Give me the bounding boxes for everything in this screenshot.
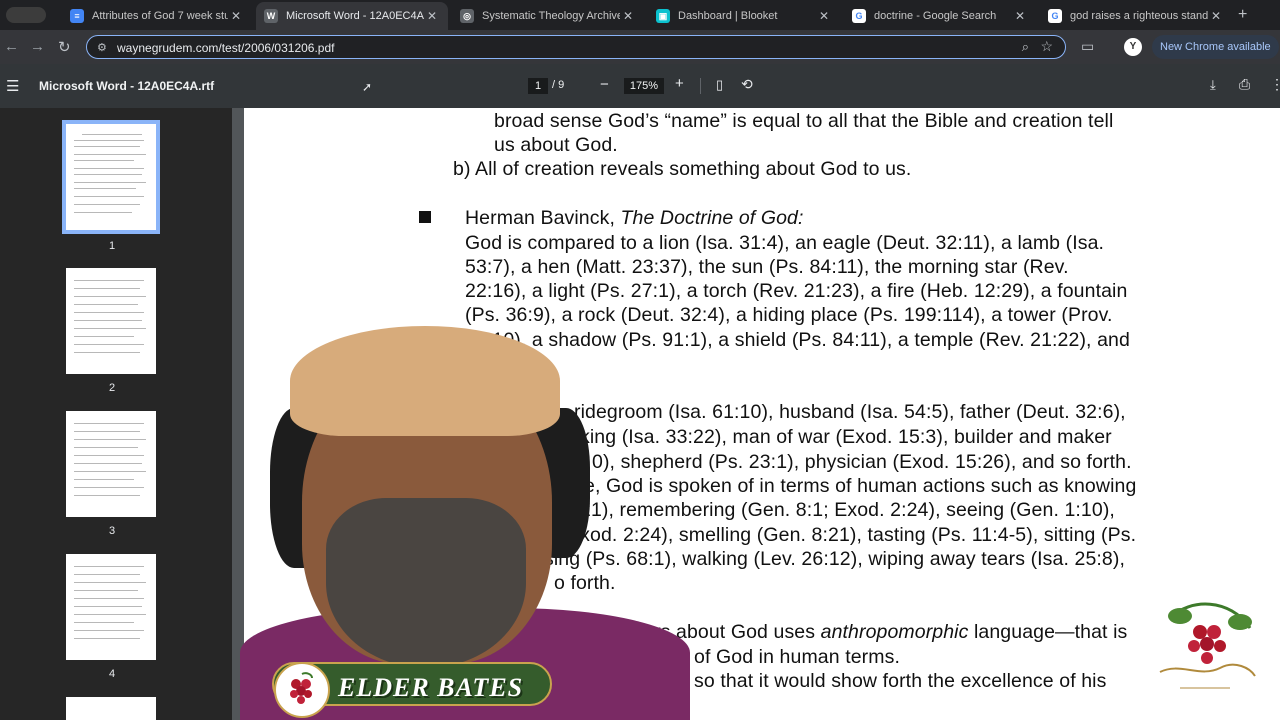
tab-title: Dashboard | Blooket: [678, 10, 778, 22]
wordpress-icon: W: [264, 9, 278, 23]
tab-title: Microsoft Word - 12A0EC4A.: [286, 10, 424, 22]
thumbnail-number: 2: [108, 382, 116, 394]
thumbnail-number: 4: [108, 668, 116, 680]
forward-icon[interactable]: →: [30, 38, 45, 55]
close-icon[interactable]: ✕: [228, 9, 244, 23]
page-text-line: 53:7), a hen (Matt. 23:37), the sun (Ps.…: [465, 256, 1069, 278]
tab-systematic-theology[interactable]: ◎ Systematic Theology Archive ✕: [452, 2, 644, 30]
zoom-in-icon[interactable]: +: [675, 75, 684, 92]
tab-microsoft-word[interactable]: W Microsoft Word - 12A0EC4A. ✕: [256, 2, 448, 30]
download-icon[interactable]: ⤓: [1210, 77, 1216, 93]
google-icon: G: [852, 9, 866, 23]
tab-search-button[interactable]: [6, 7, 46, 23]
site-info-icon[interactable]: ⚙: [97, 41, 111, 54]
cast-icon[interactable]: ▭: [1081, 38, 1094, 55]
blooket-icon: ▣: [656, 9, 670, 23]
branch-of-the-vine-logo: [1140, 588, 1270, 710]
more-options-icon[interactable]: ⋮: [1270, 76, 1280, 93]
google-icon: G: [1048, 9, 1062, 23]
page-thumbnail-5[interactable]: [66, 697, 156, 720]
tab-title: god raises a righteous stand: [1070, 10, 1208, 22]
page-thumbnail-1[interactable]: [62, 120, 160, 234]
new-chrome-available-button[interactable]: New Chrome available: [1152, 35, 1279, 59]
presenter-cap: [290, 326, 560, 436]
page-text-line: 22:16), a light (Ps. 27:1), a torch (Rev…: [465, 280, 1128, 302]
page-text-line: of God in human terms.: [694, 646, 900, 668]
rotate-icon[interactable]: ⟲: [741, 76, 753, 93]
tab-bar: ≡ Attributes of God 7 week stu ✕ W Micro…: [0, 0, 1280, 30]
page-text-line: broad sense God’s “name” is equal to all…: [494, 110, 1114, 132]
tab-doctrine-search[interactable]: G doctrine - Google Search ✕: [844, 2, 1036, 30]
thumbnail-number: 1: [108, 240, 116, 252]
document-title: Microsoft Word - 12A0EC4A.rtf: [39, 79, 215, 93]
browser-toolbar: ← → ↻ ⚙ waynegrudem.com/test/2006/031206…: [0, 30, 1280, 64]
tab-title: Systematic Theology Archive: [482, 10, 620, 22]
tab-god-raises-search[interactable]: G god raises a righteous stand ✕: [1040, 2, 1232, 30]
address-bar[interactable]: ⚙ waynegrudem.com/test/2006/031206.pdf ⌕…: [86, 35, 1066, 59]
anthropomorphic-line: says about God uses anthropomorphic lang…: [630, 621, 1127, 644]
fit-page-icon[interactable]: ▯: [716, 77, 723, 93]
tab-blooket[interactable]: ▣ Dashboard | Blooket ✕: [648, 2, 840, 30]
close-icon[interactable]: ✕: [816, 9, 832, 23]
close-icon[interactable]: ✕: [1208, 9, 1224, 23]
docs-icon: ≡: [70, 9, 84, 23]
thumbnail-sidebar: 1 2 3 4: [0, 108, 232, 720]
print-icon[interactable]: ⎙: [1239, 76, 1250, 93]
bullet-square-icon: [419, 211, 431, 223]
zoom-out-icon[interactable]: −: [600, 76, 609, 93]
speaker-name: ELDER BATES: [338, 673, 524, 702]
presenter-beard: [326, 498, 526, 668]
back-icon[interactable]: ←: [4, 38, 19, 55]
page-text-line: us about God.: [494, 134, 618, 156]
toolbar-divider: [700, 78, 701, 94]
close-icon[interactable]: ✕: [620, 9, 636, 23]
site-icon: ◎: [460, 9, 474, 23]
page-number-input[interactable]: 1: [528, 78, 548, 94]
zoom-level-input[interactable]: 175%: [624, 78, 664, 94]
tab-title: doctrine - Google Search: [874, 10, 997, 22]
presenter-webcam: [240, 308, 690, 720]
grape-logo-icon: [274, 662, 330, 718]
text-run: language—that is: [968, 621, 1128, 643]
vine-logo-icon: [1159, 602, 1256, 689]
thumbnail-number: 3: [108, 525, 116, 537]
page-text-line: so that it would show forth the excellen…: [694, 670, 1107, 692]
heading-author: Herman Bavinck,: [465, 207, 621, 229]
pdf-toolbar: ☰ Microsoft Word - 12A0EC4A.rtf ➚ 1 / 9 …: [0, 64, 1280, 108]
url-text[interactable]: waynegrudem.com/test/2006/031206.pdf: [117, 41, 334, 55]
page-thumbnail-2[interactable]: [66, 268, 156, 374]
page-text-line: b) All of creation reveals something abo…: [453, 158, 912, 180]
page-text-line: God is compared to a lion (Isa. 31:4), a…: [465, 232, 1105, 254]
close-icon[interactable]: ✕: [1012, 9, 1028, 23]
bavinck-heading: Herman Bavinck, The Doctrine of God:: [465, 207, 804, 230]
new-tab-icon[interactable]: +: [1238, 6, 1247, 24]
reload-icon[interactable]: ↻: [58, 38, 71, 56]
page-thumbnail-3[interactable]: [66, 411, 156, 517]
bookmark-star-icon[interactable]: ☆: [1040, 38, 1053, 55]
mouse-cursor-icon: ➚: [362, 80, 373, 94]
menu-icon[interactable]: ☰: [6, 77, 19, 95]
profile-avatar[interactable]: Y: [1124, 38, 1142, 56]
heading-book-title: The Doctrine of God:: [620, 207, 804, 229]
zoom-icon[interactable]: ⌕: [1022, 39, 1029, 55]
grape-cluster-icon: [290, 672, 313, 704]
tab-attributes-of-god[interactable]: ≡ Attributes of God 7 week stu ✕: [62, 2, 252, 30]
close-icon[interactable]: ✕: [424, 9, 440, 23]
tab-title: Attributes of God 7 week stu: [92, 10, 228, 22]
page-total: / 9: [552, 79, 565, 91]
text-run-italic: anthropomorphic: [820, 621, 969, 643]
page-thumbnail-4[interactable]: [66, 554, 156, 660]
